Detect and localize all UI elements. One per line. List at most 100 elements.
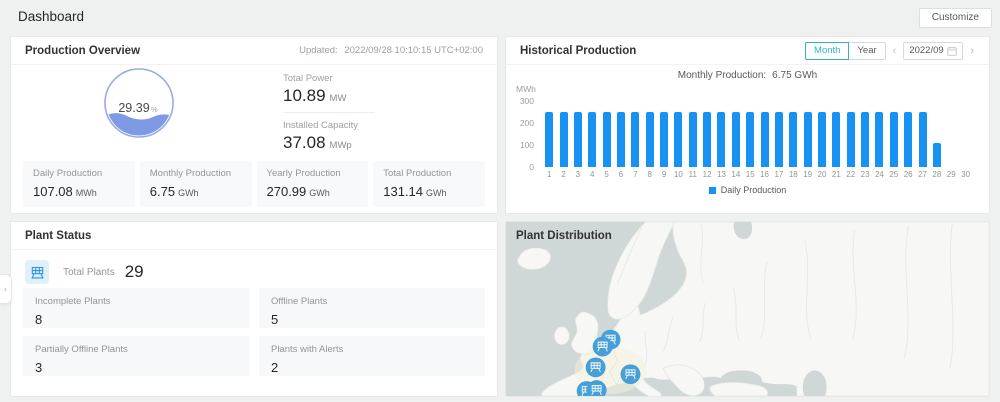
x-tick-label: 24 [874, 170, 884, 179]
bar-day-25[interactable] [889, 112, 898, 167]
plant-status-card: Plants with Alerts 2 [259, 336, 485, 376]
bar-day-9[interactable] [660, 112, 669, 167]
next-period-button[interactable]: › [969, 42, 975, 60]
x-tick-label: 14 [731, 170, 741, 179]
historical-production-panel: Historical Production Month Year ‹ 2022/… [505, 36, 990, 214]
plant-marker[interactable] [620, 364, 641, 385]
bar-day-10[interactable] [674, 112, 683, 167]
x-tick-label: 30 [961, 170, 971, 179]
prev-period-button[interactable]: ‹ [892, 42, 898, 60]
x-tick-label: 29 [946, 170, 956, 179]
x-tick-label: 23 [860, 170, 870, 179]
bar-day-20[interactable] [818, 112, 826, 167]
x-tick-label: 6 [618, 170, 624, 179]
bar-day-24[interactable] [875, 112, 884, 167]
bar-day-6[interactable] [616, 112, 625, 167]
bar-day-16[interactable] [760, 112, 769, 167]
bar-day-22[interactable] [846, 112, 855, 167]
chart-column [958, 101, 972, 167]
chart-column [700, 101, 714, 167]
plant-status-card: Incomplete Plants 8 [23, 288, 249, 328]
bar-day-27[interactable] [918, 112, 927, 167]
date-picker-value: 2022/09 [909, 45, 944, 56]
bar-day-7[interactable] [631, 112, 640, 167]
date-picker[interactable]: 2022/09 [903, 41, 964, 60]
chart-column [585, 101, 599, 167]
y-tick-label: 100 [519, 140, 534, 150]
plant-status-card-label: Partially Offline Plants [35, 344, 128, 355]
bar-day-15[interactable] [746, 112, 755, 167]
y-axis-unit-label: MWh [516, 84, 536, 94]
bar-day-13[interactable] [717, 112, 726, 167]
plant-status-card: Partially Offline Plants 3 [23, 336, 249, 376]
year-toggle-button[interactable]: Year [848, 41, 886, 60]
bar-day-2[interactable] [559, 112, 568, 167]
chart-column [643, 101, 657, 167]
updated-timestamp: Updated: 2022/09/28 10:10:15 UTC+02:00 [299, 45, 483, 56]
installed-capacity-unit: MWp [329, 140, 352, 151]
month-toggle-button[interactable]: Month [805, 41, 850, 60]
plant-status-card-value: 3 [35, 360, 43, 375]
bar-day-12[interactable] [703, 112, 712, 167]
production-overview-title: Production Overview [25, 44, 141, 57]
stat-number: 107.08 [33, 184, 73, 199]
installed-capacity-value-row: 37.08 MWp [283, 133, 473, 153]
chart-column [542, 101, 556, 167]
period-toggle: Month Year [805, 41, 886, 60]
map-ireland [553, 326, 570, 345]
x-tick-label: 22 [846, 170, 856, 179]
production-overview-header: Production Overview Updated: 2022/09/28 … [11, 37, 497, 65]
bar-day-11[interactable] [688, 112, 697, 167]
legend-label: Daily Production [720, 185, 787, 195]
customize-button[interactable]: Customize [918, 8, 992, 28]
bar-day-8[interactable] [645, 112, 654, 167]
total-plants-value: 29 [124, 262, 144, 281]
stat-value: 270.99 GWh [267, 184, 359, 199]
x-tick-label: 27 [918, 170, 927, 179]
bar-day-18[interactable] [789, 112, 798, 167]
bar-day-4[interactable] [588, 112, 597, 167]
chart-column [944, 101, 958, 167]
x-tick-label: 28 [932, 170, 942, 179]
x-tick-label: 7 [633, 170, 638, 179]
bar-day-17[interactable] [774, 112, 783, 167]
x-tick-label: 8 [647, 170, 652, 179]
chart-column [829, 101, 843, 167]
production-stats-row: Daily Production 107.08 MWh Monthly Product… [23, 161, 485, 207]
plant-status-title: Plant Status [25, 229, 92, 242]
stat-value: 107.08 MWh [33, 184, 125, 199]
plant-marker[interactable] [585, 357, 606, 378]
bar-day-26[interactable] [904, 112, 913, 167]
x-tick-label: 1 [546, 170, 552, 179]
plant-distribution-panel: Plant Distribution [505, 221, 990, 397]
total-power-label: Total Power [283, 73, 333, 84]
chart-column [571, 101, 585, 167]
bar-day-28[interactable] [932, 143, 941, 167]
europe-map[interactable] [506, 222, 989, 396]
production-overview-panel: Production Overview Updated: 2022/09/28 … [10, 36, 498, 214]
chart-column [844, 101, 858, 167]
bar-day-1[interactable] [545, 112, 554, 167]
page-title: Dashboard [18, 9, 85, 24]
bar-day-23[interactable] [861, 112, 870, 167]
plant-marker[interactable] [592, 336, 613, 357]
gauge-unit: % [151, 105, 158, 114]
chart-subtitle: Monthly Production: 6.75 GWh [506, 70, 989, 81]
bar-day-5[interactable] [602, 112, 611, 167]
solar-plant-icon [25, 260, 49, 284]
sidebar-collapse-handle[interactable]: ‹ [0, 274, 12, 304]
stat-label: Total Production [383, 168, 452, 179]
stat-number: 6.75 [149, 184, 176, 199]
bar-day-21[interactable] [832, 112, 841, 167]
chart-column [686, 101, 700, 167]
total-plants-row: Total Plants 29 [25, 260, 483, 284]
x-tick-label: 18 [788, 170, 798, 179]
stat-unit: GWh [178, 188, 199, 198]
x-tick-label: 15 [745, 170, 755, 179]
chart-column [657, 101, 671, 167]
bar-day-14[interactable] [731, 112, 740, 167]
bar-day-3[interactable] [573, 112, 582, 167]
bar-day-19[interactable] [803, 112, 812, 167]
chart-column [599, 101, 613, 167]
chart-column [930, 101, 944, 167]
